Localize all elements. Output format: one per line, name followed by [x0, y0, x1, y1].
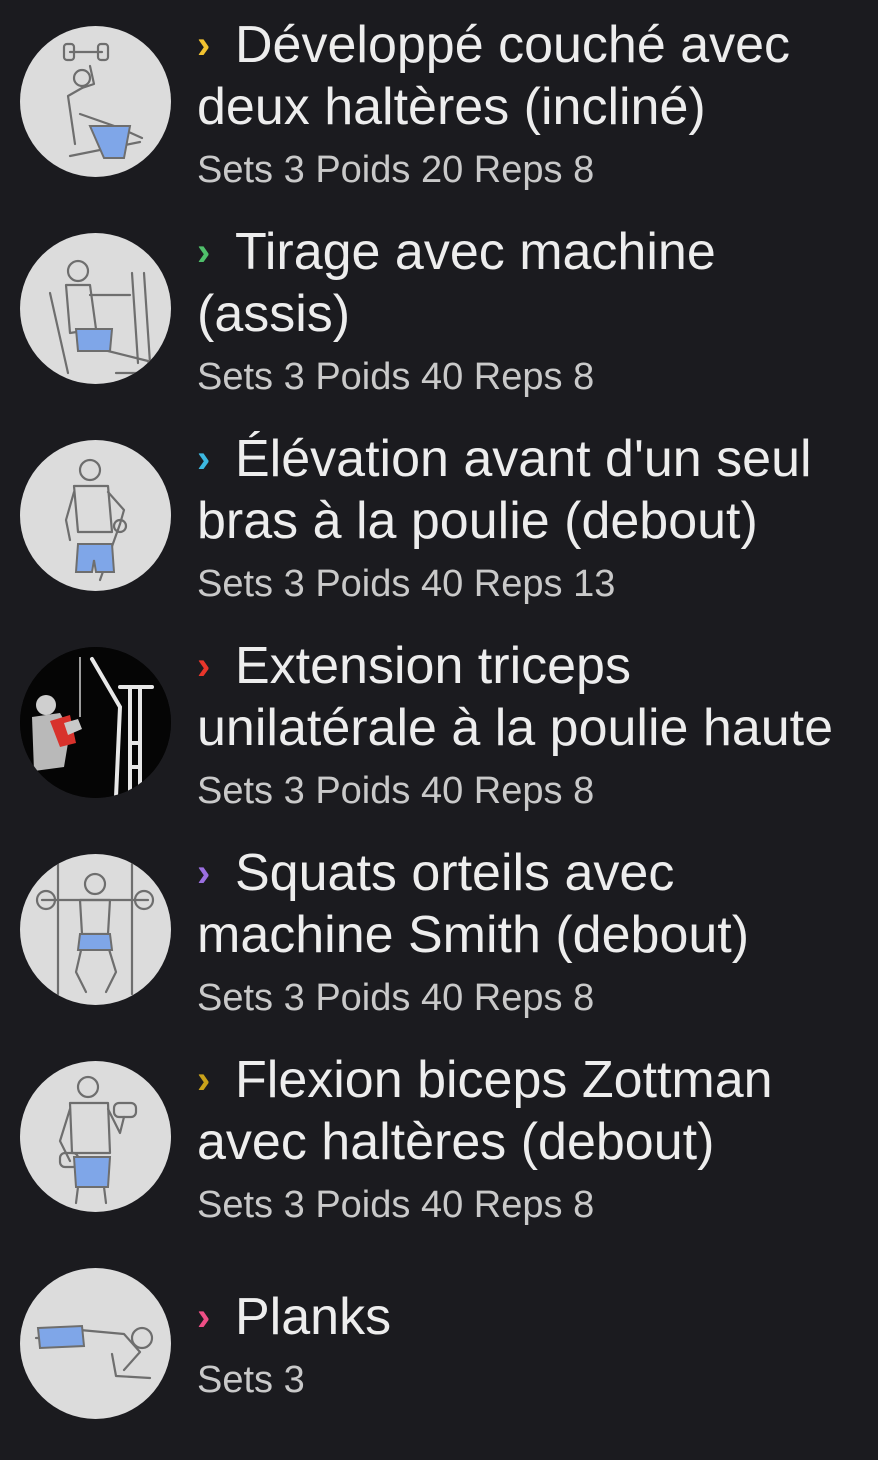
exercise-stats: Sets 3 Poids 40 Reps 8 [197, 977, 595, 1019]
exercise-stats: Sets 3 Poids 20 Reps 8 [197, 149, 595, 191]
chevron-right-icon: › [197, 23, 211, 67]
exercise-item[interactable]: › Développé couché avec deux haltères (in… [0, 0, 878, 200]
exercise-title: › Élévation avant d'un seul bras à la pou… [197, 430, 812, 550]
exercise-stats: Sets 3 [197, 1359, 305, 1401]
exercise-stats: Sets 3 Poids 40 Reps 13 [197, 563, 616, 605]
exercise-item[interactable]: › Planks Sets 3 [0, 1242, 878, 1442]
smith-machine-squat-icon [20, 854, 171, 1005]
chevron-right-icon: › [197, 437, 211, 481]
exercise-title: › Squats orteils avec machine Smith (debo… [197, 844, 750, 964]
seated-machine-row-icon [20, 233, 171, 384]
exercise-stats: Sets 3 Poids 40 Reps 8 [197, 1184, 595, 1226]
exercise-title: › Planks [197, 1288, 392, 1346]
cable-front-raise-icon [20, 440, 171, 591]
chevron-right-icon: › [197, 230, 211, 274]
exercise-stats: Sets 3 Poids 40 Reps 8 [197, 770, 595, 812]
exercise-title: › Flexion biceps Zottman avec haltères (d… [197, 1051, 773, 1171]
exercise-title: › Extension triceps unilatérale à la poul… [197, 637, 834, 757]
exercise-list: › Développé couché avec deux haltères (in… [0, 0, 878, 1460]
zottman-curl-icon [20, 1061, 171, 1212]
exercise-item[interactable]: › Extension triceps unilatérale à la poul… [0, 621, 878, 821]
chevron-right-icon: › [197, 851, 211, 895]
exercise-item[interactable]: › Squats orteils avec machine Smith (debo… [0, 828, 878, 1028]
exercise-item[interactable]: › Flexion biceps Zottman avec haltères (d… [0, 1035, 878, 1235]
exercise-item[interactable]: › Élévation avant d'un seul bras à la pou… [0, 414, 878, 614]
exercise-item[interactable]: › Tirage avec machine (assis) Sets 3 Poid… [0, 207, 878, 407]
incline-dumbbell-press-icon [20, 26, 171, 177]
chevron-right-icon: › [197, 1058, 211, 1102]
exercise-title: › Tirage avec machine (assis) [197, 223, 716, 343]
exercise-stats: Sets 3 Poids 40 Reps 8 [197, 356, 595, 398]
chevron-right-icon: › [197, 1295, 211, 1339]
cable-triceps-extension-icon [20, 647, 171, 798]
exercise-title: › Développé couché avec deux haltères (in… [197, 16, 791, 136]
chevron-right-icon: › [197, 644, 211, 688]
plank-icon [20, 1268, 171, 1419]
